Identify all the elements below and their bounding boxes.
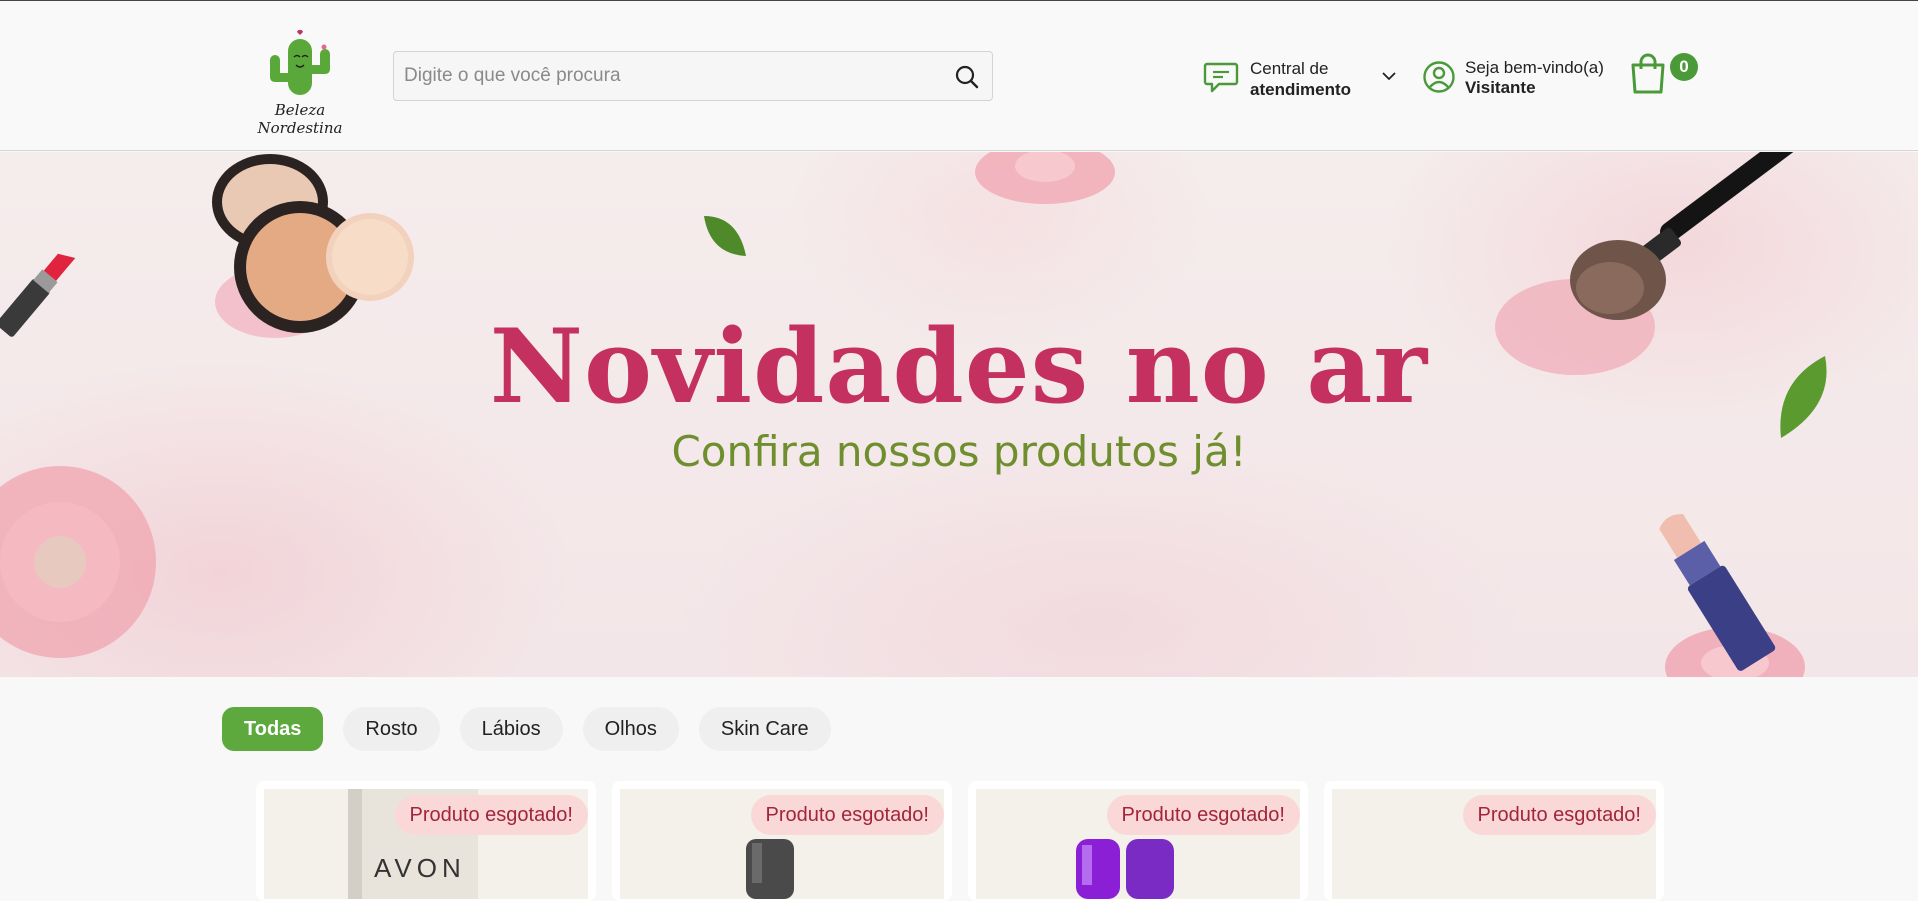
search-input[interactable] xyxy=(404,52,924,100)
filter-skin-care[interactable]: Skin Care xyxy=(698,707,831,751)
welcome-line1: Seja bem-vindo(a) xyxy=(1465,58,1604,77)
welcome-text: Seja bem-vindo(a) Visitante xyxy=(1465,58,1604,98)
logo[interactable]: Beleza Nordestina xyxy=(240,27,360,137)
support-label: Central de atendimento xyxy=(1250,58,1351,100)
out-of-stock-badge: Produto esgotado! xyxy=(1462,795,1656,835)
out-of-stock-badge: Produto esgotado! xyxy=(1106,795,1300,835)
flower-icon xyxy=(0,466,156,658)
search-bar[interactable] xyxy=(393,51,993,101)
user-icon xyxy=(1423,61,1455,93)
product-brand-text: AVON xyxy=(374,853,466,883)
welcome-username: Visitante xyxy=(1465,78,1536,97)
product-card[interactable]: Produto esgotado! xyxy=(968,781,1308,901)
cart-count-badge: 0 xyxy=(1670,53,1698,81)
product-card[interactable]: Produto esgotado! xyxy=(612,781,952,901)
support-label-line2: atendimento xyxy=(1250,80,1352,99)
filter-rosto[interactable]: Rosto xyxy=(343,707,440,751)
flower-icon xyxy=(975,152,1115,204)
product-card[interactable]: Produto esgotado! xyxy=(1324,781,1664,901)
filter-labios[interactable]: Lábios xyxy=(459,707,563,751)
chevron-down-icon[interactable] xyxy=(1381,68,1397,84)
hero-banner[interactable]: Novidades no ar Confira nossos produtos … xyxy=(0,152,1918,677)
filter-olhos[interactable]: Olhos xyxy=(582,707,679,751)
cactus-logo-icon xyxy=(270,29,330,95)
logo-text: Beleza Nordestina xyxy=(257,101,343,137)
site-header: Beleza Nordestina Central de atendimento xyxy=(0,1,1918,151)
shopping-bag-icon xyxy=(1631,53,1665,94)
filter-todas[interactable]: Todas xyxy=(222,707,324,751)
product-card[interactable]: AVON Produto esgotado! xyxy=(256,781,596,901)
hero-subtitle: Confira nossos produtos já! xyxy=(671,427,1247,476)
user-account[interactable]: Seja bem-vindo(a) Visitante xyxy=(1422,56,1622,102)
out-of-stock-badge: Produto esgotado! xyxy=(750,795,944,835)
leaf-icon xyxy=(704,216,746,256)
customer-support-menu[interactable]: Central de atendimento xyxy=(1203,56,1403,102)
cart-button[interactable]: 0 xyxy=(1628,51,1700,99)
chat-icon xyxy=(1203,62,1239,93)
support-label-line1: Central de xyxy=(1250,59,1329,78)
hero-title: Novidades no ar xyxy=(489,307,1429,427)
lipstick-icon xyxy=(1659,514,1776,671)
category-filters: Todas Rosto Lábios Olhos Skin Care xyxy=(222,707,831,751)
out-of-stock-badge: Produto esgotado! xyxy=(394,795,588,835)
search-icon[interactable] xyxy=(954,64,980,90)
product-grid: AVON Produto esgotado! Produto esgotado!… xyxy=(256,781,1666,901)
